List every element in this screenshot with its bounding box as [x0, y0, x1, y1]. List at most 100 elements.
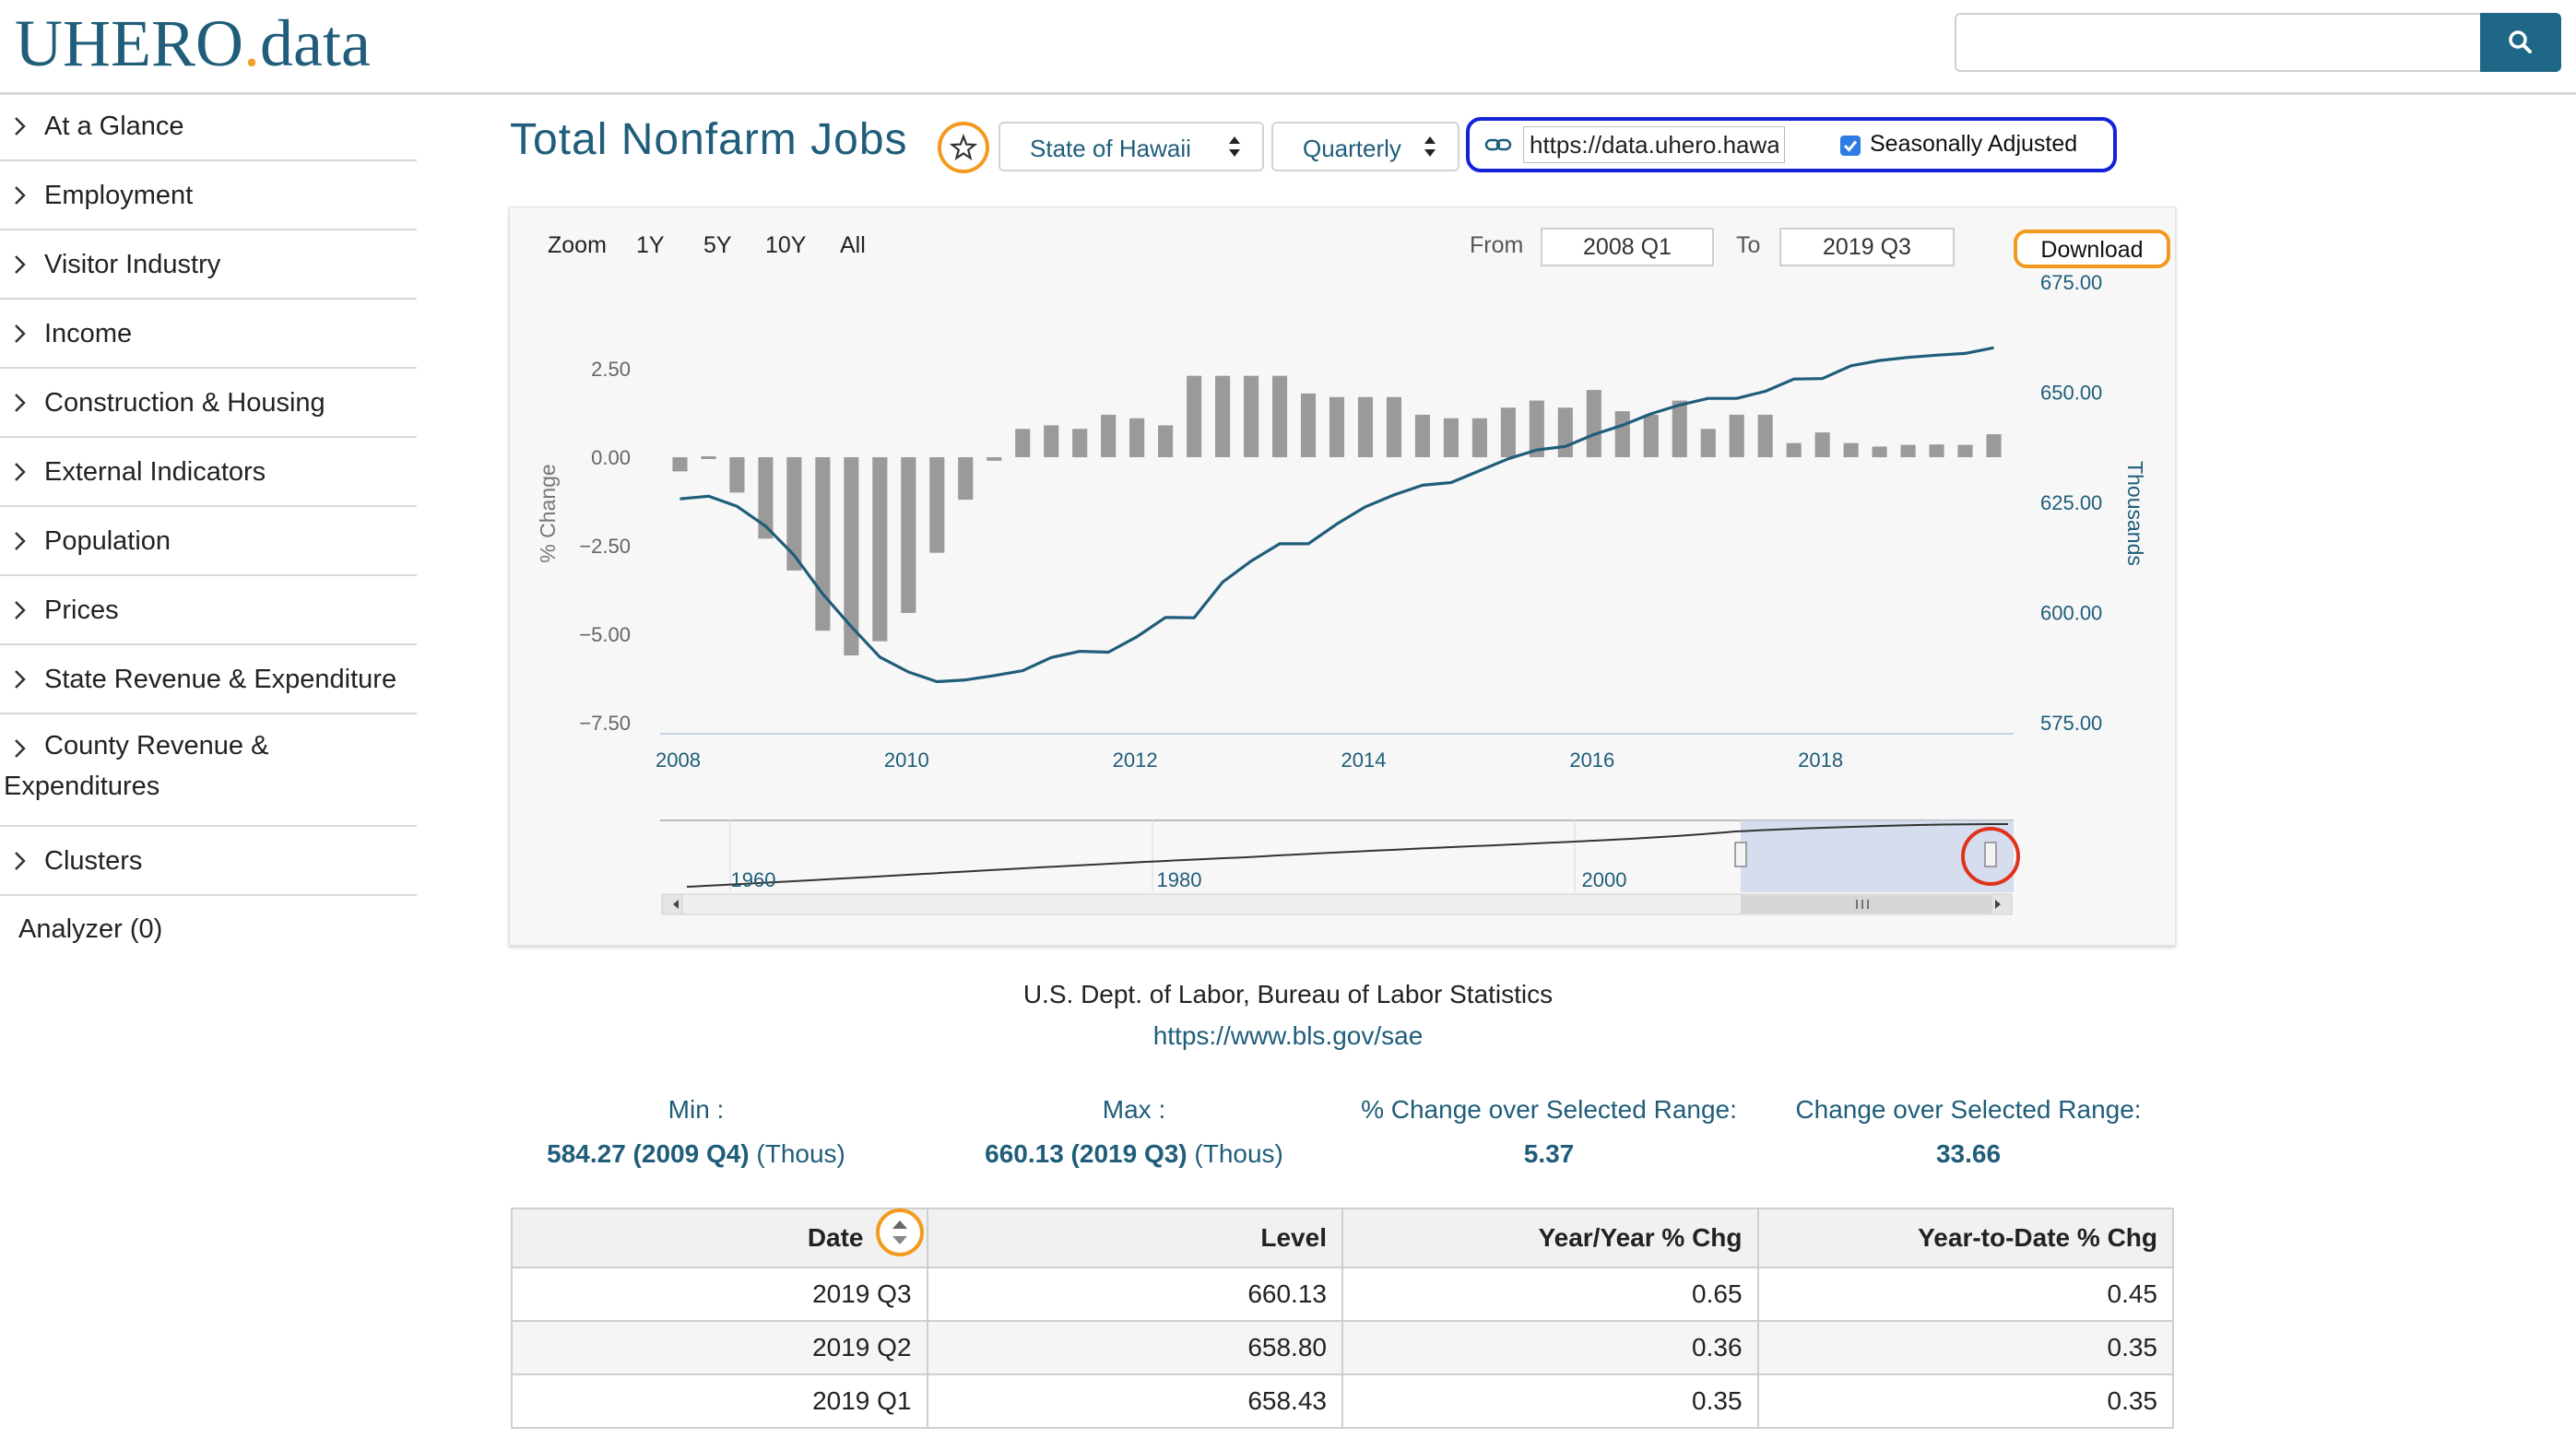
- chart-bar: [1357, 396, 1374, 457]
- x-tick-label: 2012: [1113, 748, 1158, 772]
- frequency-select[interactable]: Quarterly: [1271, 122, 1459, 171]
- x-tick-label: 2008: [656, 748, 701, 772]
- chart-bar: [1500, 407, 1516, 457]
- table-row[interactable]: 2019 Q3 660.13 0.65 0.45: [511, 1267, 2175, 1322]
- chart-bar: [1843, 442, 1859, 457]
- stat-chg-value: 33.66: [1935, 1139, 2002, 1168]
- chart-bar: [1672, 400, 1687, 457]
- column-header-ytd[interactable]: Year-to-Date % Chg: [1756, 1208, 2175, 1268]
- sidebar-item-external-indicators[interactable]: External Indicators: [0, 438, 417, 507]
- share-url-input[interactable]: [1523, 126, 1785, 163]
- column-header-date[interactable]: Date: [511, 1208, 928, 1268]
- y-right-tick-label: 600.00: [2040, 602, 2102, 625]
- sidebar-item-employment[interactable]: Employment: [0, 161, 417, 230]
- y-left-axis-title: % Change: [536, 464, 560, 562]
- sidebar-item-prices[interactable]: Prices: [0, 576, 417, 645]
- zoom-10y-button[interactable]: 10Y: [765, 232, 806, 259]
- sidebar-item-visitor-industry[interactable]: Visitor Industry: [0, 230, 417, 300]
- frequency-select-value: Quarterly: [1303, 135, 1401, 162]
- seasonally-adjusted-checkbox[interactable]: [1840, 136, 1861, 156]
- sidebar-item-label: Clusters: [44, 846, 143, 876]
- search-input[interactable]: [1955, 13, 2482, 72]
- from-date-input[interactable]: 2008 Q1: [1541, 228, 1714, 266]
- sidebar-item-label: Population: [44, 526, 171, 556]
- stat-chg-label: Change over Selected Range:: [1795, 1095, 2142, 1124]
- column-header-yoy[interactable]: Year/Year % Chg: [1341, 1208, 1759, 1268]
- chart-bar: [672, 457, 688, 472]
- sidebar-item-population[interactable]: Population: [0, 507, 417, 576]
- sidebar-item-income[interactable]: Income: [0, 300, 417, 369]
- chart-bar: [1101, 414, 1117, 457]
- stat-max: Max : 660.13 (2019 Q3) (Thous): [950, 1095, 1318, 1169]
- table-cell: 0.45: [1756, 1267, 2175, 1322]
- chart-bar: [1614, 411, 1630, 457]
- zoom-label: Zoom: [548, 232, 607, 258]
- chart-bar: [1129, 418, 1145, 457]
- zoom-all-button[interactable]: All: [840, 232, 866, 259]
- chart-bar: [1929, 444, 1944, 457]
- navigator-tick-label: 1960: [731, 868, 776, 891]
- logo-dot: .: [243, 6, 260, 80]
- stat-min-value: 584.27 (2009 Q4): [547, 1139, 750, 1168]
- chart-bar: [1700, 429, 1716, 457]
- sidebar-item-construction-housing[interactable]: Construction & Housing: [0, 369, 417, 438]
- chart-bar: [1872, 446, 1887, 457]
- logo[interactable]: UHERO.data: [15, 6, 371, 82]
- table-cell: 2019 Q3: [511, 1267, 928, 1322]
- chart-bar: [1786, 442, 1802, 457]
- download-button[interactable]: Download: [2014, 230, 2170, 268]
- data-table: Date Level Year/Year % Chg Year-to-Date …: [511, 1208, 2175, 1429]
- search-button[interactable]: [2480, 13, 2561, 72]
- sidebar-item-label: Prices: [44, 595, 119, 625]
- geography-select[interactable]: State of Hawaii: [998, 122, 1264, 171]
- sidebar-item-clusters[interactable]: Clusters: [0, 827, 417, 896]
- page-title: Total Nonfarm Jobs: [510, 115, 908, 164]
- sort-button[interactable]: [876, 1208, 924, 1256]
- header: UHERO.data: [0, 0, 2576, 95]
- link-icon[interactable]: [1484, 134, 1512, 156]
- sort-arrows-icon: [892, 1220, 907, 1244]
- column-header-level[interactable]: Level: [926, 1208, 1343, 1268]
- chevron-right-icon: [15, 601, 26, 619]
- y-right-tick-label: 675.00: [2040, 271, 2102, 294]
- table-cell: 0.36: [1341, 1320, 1759, 1375]
- logo-main: UHERO: [15, 6, 243, 80]
- chart-bar: [1158, 425, 1174, 457]
- table-row[interactable]: 2019 Q2 658.80 0.36 0.35: [511, 1320, 2175, 1375]
- chart-bar: [1386, 396, 1402, 457]
- sidebar-item-analyzer[interactable]: Analyzer (0): [0, 896, 417, 961]
- geography-select-value: State of Hawaii: [1030, 135, 1191, 162]
- seasonally-adjusted-label: Seasonally Adjusted: [1870, 131, 2078, 157]
- sidebar-item-label: External Indicators: [44, 457, 266, 487]
- navigator-tick-label: 2000: [1582, 868, 1627, 891]
- sidebar-item-at-a-glance[interactable]: At a Glance: [0, 92, 417, 161]
- chart-bar: [1557, 407, 1573, 457]
- chart-bar: [1643, 414, 1659, 457]
- table-cell: 0.35: [1756, 1373, 2175, 1429]
- table-cell: 658.80: [926, 1320, 1343, 1375]
- navigator-scrollbar-thumb: [1741, 895, 1999, 913]
- navigator-tick-label: 1980: [1157, 868, 1202, 891]
- chart-bar: [872, 457, 888, 642]
- y-right-tick-label: 625.00: [2040, 491, 2102, 514]
- y-right-tick-label: 650.00: [2040, 382, 2102, 405]
- source-link[interactable]: https://www.bls.gov/sae: [0, 1021, 2576, 1051]
- x-tick-label: 2014: [1341, 748, 1387, 772]
- chevron-right-icon: [15, 670, 26, 689]
- sidebar-item-label: State Revenue & Expenditure: [44, 665, 397, 694]
- navigator-handle-right: [1984, 842, 1997, 867]
- to-date-input[interactable]: 2019 Q3: [1779, 228, 1955, 266]
- table-row[interactable]: 2019 Q1 658.43 0.35 0.35: [511, 1373, 2175, 1429]
- sort-arrows-icon: [1424, 136, 1436, 157]
- chart-bar: [958, 457, 974, 501]
- favorite-button[interactable]: [938, 122, 989, 173]
- scroll-right-button: [1991, 893, 2013, 915]
- sidebar-item-county-revenue[interactable]: County Revenue & Expenditures: [0, 714, 417, 827]
- chevron-right-icon: [15, 324, 26, 343]
- chart-bar: [1757, 414, 1773, 457]
- navigator-selection: [1741, 820, 2014, 892]
- zoom-5y-button[interactable]: 5Y: [703, 232, 732, 259]
- zoom-1y-button[interactable]: 1Y: [636, 232, 665, 259]
- chevron-right-icon: [15, 186, 26, 205]
- sidebar-item-state-revenue[interactable]: State Revenue & Expenditure: [0, 645, 417, 714]
